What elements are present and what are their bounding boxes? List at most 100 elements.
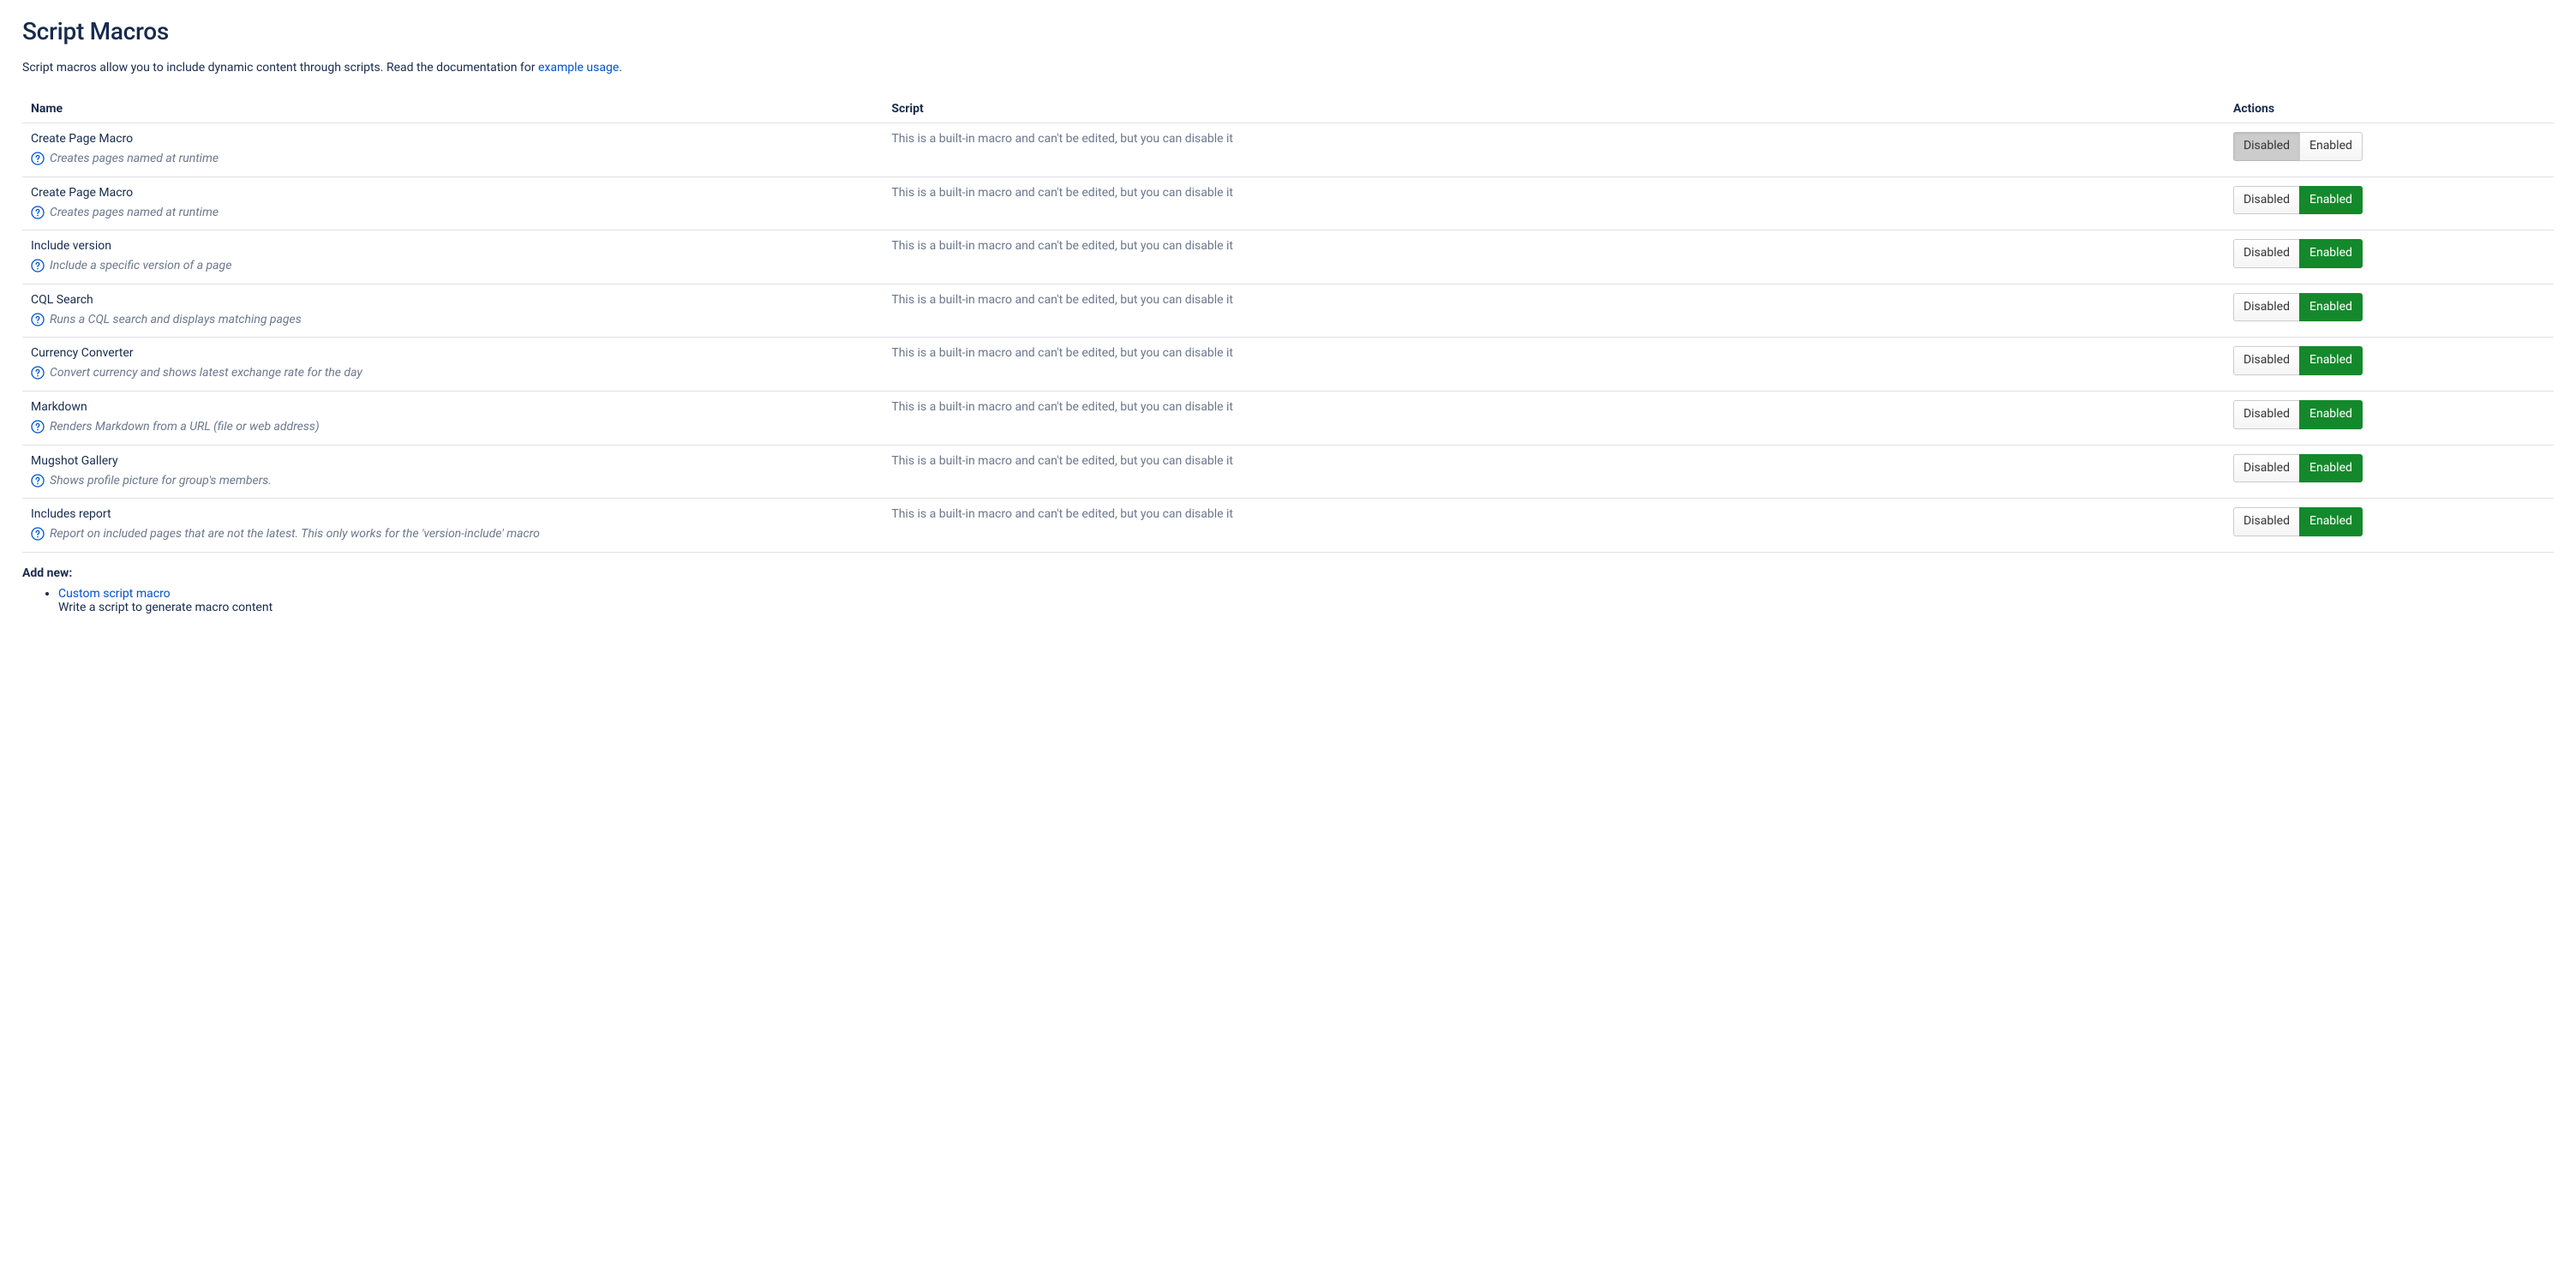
macro-description: Creates pages named at runtime xyxy=(50,205,219,222)
disabled-button[interactable]: Disabled xyxy=(2233,400,2300,429)
script-cell: This is a built-in macro and can't be ed… xyxy=(883,177,2225,230)
toggle-group: DisabledEnabled xyxy=(2233,346,2363,375)
add-new-list: Custom script macroWrite a script to gen… xyxy=(22,587,2554,614)
name-cell: Currency Converter Convert currency and s… xyxy=(22,338,883,392)
script-cell: This is a built-in macro and can't be ed… xyxy=(883,284,2225,338)
macro-description: Creates pages named at runtime xyxy=(50,151,219,168)
macro-description: Shows profile picture for group's member… xyxy=(50,473,272,490)
actions-cell: DisabledEnabled xyxy=(2225,230,2554,284)
help-icon[interactable] xyxy=(31,152,45,165)
macro-description: Include a specific version of a page xyxy=(50,258,231,275)
help-icon[interactable] xyxy=(31,366,45,380)
enabled-button[interactable]: Enabled xyxy=(2299,454,2363,483)
name-cell: Create Page Macro Creates pages named at … xyxy=(22,123,883,177)
intro-prefix: Script macros allow you to include dynam… xyxy=(22,61,538,75)
column-header-actions: Actions xyxy=(2225,95,2554,123)
table-row: Include version Include a specific versio… xyxy=(22,230,2554,284)
actions-cell: DisabledEnabled xyxy=(2225,284,2554,338)
actions-cell: DisabledEnabled xyxy=(2225,177,2554,230)
toggle-group: DisabledEnabled xyxy=(2233,293,2363,322)
add-new-label: Add new: xyxy=(22,566,2554,580)
macro-description: Report on included pages that are not th… xyxy=(50,526,540,543)
macro-description-row: Renders Markdown from a URL (file or web… xyxy=(31,419,874,436)
table-row: Create Page Macro Creates pages named at … xyxy=(22,123,2554,177)
macro-name: CQL Search xyxy=(31,293,874,307)
name-cell: CQL Search Runs a CQL search and displays… xyxy=(22,284,883,338)
page-title: Script Macros xyxy=(22,17,2554,45)
enabled-button[interactable]: Enabled xyxy=(2299,507,2363,536)
actions-cell: DisabledEnabled xyxy=(2225,391,2554,445)
name-cell: Include version Include a specific versio… xyxy=(22,230,883,284)
table-row: CQL Search Runs a CQL search and displays… xyxy=(22,284,2554,338)
intro-link[interactable]: example usage xyxy=(538,61,619,75)
macro-name: Includes report xyxy=(31,507,874,521)
disabled-button[interactable]: Disabled xyxy=(2233,186,2300,215)
name-cell: Markdown Renders Markdown from a URL (fil… xyxy=(22,391,883,445)
toggle-group: DisabledEnabled xyxy=(2233,454,2363,483)
actions-cell: DisabledEnabled xyxy=(2225,123,2554,177)
table-row: Includes report Report on included pages … xyxy=(22,499,2554,553)
enabled-button[interactable]: Enabled xyxy=(2299,293,2363,322)
enabled-button[interactable]: Enabled xyxy=(2299,239,2363,268)
macro-description: Renders Markdown from a URL (file or web… xyxy=(50,419,320,436)
macro-name: Mugshot Gallery xyxy=(31,454,874,468)
table-row: Create Page Macro Creates pages named at … xyxy=(22,177,2554,230)
macro-description-row: Report on included pages that are not th… xyxy=(31,526,874,543)
name-cell: Includes report Report on included pages … xyxy=(22,499,883,553)
enabled-button[interactable]: Enabled xyxy=(2299,400,2363,429)
disabled-button[interactable]: Disabled xyxy=(2233,132,2300,161)
list-item: Custom script macroWrite a script to gen… xyxy=(58,587,2554,614)
macro-description: Runs a CQL search and displays matching … xyxy=(50,312,302,329)
enabled-button[interactable]: Enabled xyxy=(2299,186,2363,215)
help-icon[interactable] xyxy=(31,527,45,541)
help-icon[interactable] xyxy=(31,420,45,434)
toggle-group: DisabledEnabled xyxy=(2233,507,2363,536)
help-icon[interactable] xyxy=(31,313,45,326)
actions-cell: DisabledEnabled xyxy=(2225,499,2554,553)
script-cell: This is a built-in macro and can't be ed… xyxy=(883,445,2225,499)
macro-description: Convert currency and shows latest exchan… xyxy=(50,365,362,382)
toggle-group: DisabledEnabled xyxy=(2233,239,2363,268)
toggle-group: DisabledEnabled xyxy=(2233,186,2363,215)
intro-suffix: . xyxy=(619,61,622,75)
macro-description-row: Convert currency and shows latest exchan… xyxy=(31,365,874,382)
enabled-button[interactable]: Enabled xyxy=(2299,346,2363,375)
disabled-button[interactable]: Disabled xyxy=(2233,454,2300,483)
disabled-button[interactable]: Disabled xyxy=(2233,346,2300,375)
macro-name: Create Page Macro xyxy=(31,132,874,146)
script-cell: This is a built-in macro and can't be ed… xyxy=(883,499,2225,553)
table-row: Currency Converter Convert currency and s… xyxy=(22,338,2554,392)
column-header-name: Name xyxy=(22,95,883,123)
table-row: Markdown Renders Markdown from a URL (fil… xyxy=(22,391,2554,445)
macro-name: Currency Converter xyxy=(31,346,874,360)
disabled-button[interactable]: Disabled xyxy=(2233,293,2300,322)
help-icon[interactable] xyxy=(31,206,45,219)
disabled-button[interactable]: Disabled xyxy=(2233,507,2300,536)
script-cell: This is a built-in macro and can't be ed… xyxy=(883,123,2225,177)
name-cell: Create Page Macro Creates pages named at … xyxy=(22,177,883,230)
actions-cell: DisabledEnabled xyxy=(2225,445,2554,499)
intro-text: Script macros allow you to include dynam… xyxy=(22,61,2554,75)
macro-description-row: Creates pages named at runtime xyxy=(31,205,874,222)
help-icon[interactable] xyxy=(31,474,45,488)
script-cell: This is a built-in macro and can't be ed… xyxy=(883,230,2225,284)
macro-name: Markdown xyxy=(31,400,874,414)
toggle-group: DisabledEnabled xyxy=(2233,400,2363,429)
macro-description-row: Include a specific version of a page xyxy=(31,258,874,275)
macro-description-row: Creates pages named at runtime xyxy=(31,151,874,168)
actions-cell: DisabledEnabled xyxy=(2225,338,2554,392)
column-header-script: Script xyxy=(883,95,2225,123)
script-cell: This is a built-in macro and can't be ed… xyxy=(883,338,2225,392)
macro-name: Create Page Macro xyxy=(31,186,874,200)
macro-description-row: Runs a CQL search and displays matching … xyxy=(31,312,874,329)
help-icon[interactable] xyxy=(31,259,45,272)
table-row: Mugshot Gallery Shows profile picture for… xyxy=(22,445,2554,499)
add-new-subtext: Write a script to generate macro content xyxy=(58,601,2554,614)
name-cell: Mugshot Gallery Shows profile picture for… xyxy=(22,445,883,499)
disabled-button[interactable]: Disabled xyxy=(2233,239,2300,268)
macros-table: Name Script Actions Create Page MacroCre… xyxy=(22,95,2554,553)
add-new-link[interactable]: Custom script macro xyxy=(58,587,171,601)
macro-name: Include version xyxy=(31,239,874,253)
enabled-button[interactable]: Enabled xyxy=(2299,132,2363,161)
toggle-group: DisabledEnabled xyxy=(2233,132,2363,161)
